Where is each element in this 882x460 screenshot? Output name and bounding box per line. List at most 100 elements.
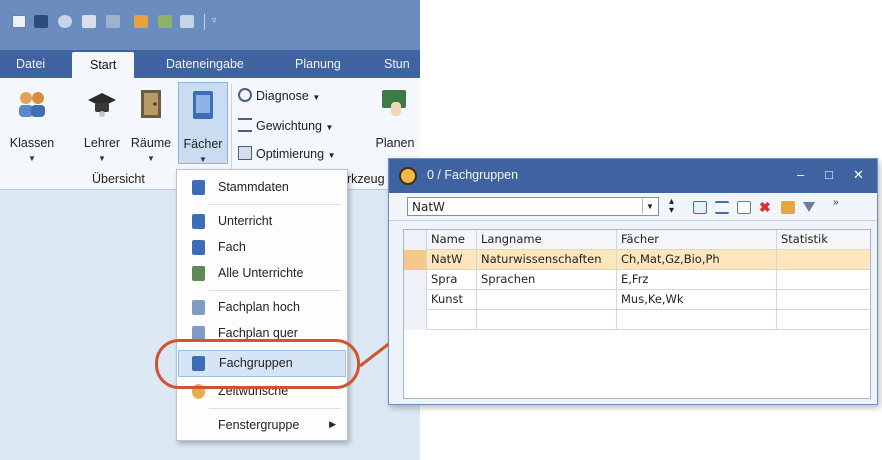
clock-icon bbox=[399, 167, 417, 185]
tab-datei[interactable]: Datei bbox=[12, 50, 49, 78]
cell-statistik[interactable] bbox=[776, 290, 870, 310]
menu-item-alle-unterrichte[interactable]: Alle Unterrichte bbox=[178, 260, 346, 287]
column-header-name[interactable]: Name bbox=[426, 230, 476, 250]
report-icon[interactable] bbox=[781, 201, 795, 214]
ribbon-tab-bar: Datei Start Dateneingabe Planung Stun bbox=[0, 50, 420, 78]
row-header-cell[interactable] bbox=[404, 290, 426, 310]
cell-langname[interactable] bbox=[476, 310, 616, 330]
door-icon bbox=[141, 90, 161, 118]
row-header-cell bbox=[404, 230, 426, 250]
cell-faecher[interactable]: Mus,Ke,Wk bbox=[616, 290, 776, 310]
menu-item-label: Fenstergruppe bbox=[218, 418, 300, 432]
menu-item-stammdaten[interactable]: Stammdaten bbox=[178, 174, 346, 201]
tab-dateneingabe[interactable]: Dateneingabe bbox=[162, 50, 248, 78]
cell-faecher[interactable]: Ch,Mat,Gz,Bio,Ph bbox=[616, 250, 776, 270]
new-record-icon[interactable] bbox=[737, 201, 751, 214]
menu-item-label: Alle Unterrichte bbox=[218, 266, 304, 280]
window-title: 0 / Fachgruppen bbox=[427, 168, 519, 182]
gewichtung-button[interactable]: Gewichtung ▼ bbox=[238, 116, 333, 136]
close-icon[interactable]: ✕ bbox=[853, 167, 864, 183]
chevron-down-icon: ▼ bbox=[147, 154, 155, 163]
cell-name[interactable]: NatW bbox=[426, 250, 476, 270]
table-row[interactable]: NatW Naturwissenschaften Ch,Mat,Gz,Bio,P… bbox=[404, 250, 870, 270]
table-row-new[interactable] bbox=[404, 310, 870, 330]
row-header-cell[interactable] bbox=[404, 270, 426, 290]
cell-statistik[interactable] bbox=[776, 310, 870, 330]
print-icon[interactable] bbox=[82, 15, 96, 28]
chevron-down-icon: ▼ bbox=[312, 93, 321, 102]
fachgruppe-combobox[interactable]: NatW ▼ bbox=[407, 197, 659, 216]
book-icon bbox=[192, 214, 205, 229]
menu-item-label: Fachplan quer bbox=[218, 326, 298, 340]
column-header-faecher[interactable]: Fächer bbox=[616, 230, 776, 250]
cell-name[interactable]: Kunst bbox=[426, 290, 476, 310]
overflow-chevron-icon[interactable]: » bbox=[833, 197, 839, 208]
schedule-icon bbox=[192, 300, 205, 315]
menu-item-fenstergruppe[interactable]: Fenstergruppe ▶ bbox=[178, 412, 346, 439]
faecher-button[interactable]: Fächer ▼ bbox=[178, 82, 228, 164]
menu-item-label: Fach bbox=[218, 240, 246, 254]
cell-statistik[interactable] bbox=[776, 250, 870, 270]
lehrer-button[interactable]: Lehrer ▼ bbox=[78, 82, 126, 164]
row-header-cell[interactable] bbox=[404, 310, 426, 330]
cell-langname[interactable]: Sprachen bbox=[476, 270, 616, 290]
report-check-icon[interactable] bbox=[180, 15, 194, 28]
klassen-button[interactable]: Klassen ▼ bbox=[4, 82, 60, 164]
cell-faecher[interactable] bbox=[616, 310, 776, 330]
cell-name[interactable]: Spra bbox=[426, 270, 476, 290]
column-header-langname[interactable]: Langname bbox=[476, 230, 616, 250]
lehrer-label: Lehrer bbox=[83, 136, 121, 150]
cell-faecher[interactable]: E,Frz bbox=[616, 270, 776, 290]
chevron-down-icon: ▼ bbox=[28, 154, 36, 163]
optimierung-button[interactable]: Optimierung ▼ bbox=[238, 144, 336, 164]
highlight-ring bbox=[155, 339, 360, 389]
column-header-statistik[interactable]: Statistik bbox=[776, 230, 870, 250]
menu-item-label: Fachplan hoch bbox=[218, 300, 301, 314]
menu-item-fachplan-hoch[interactable]: Fachplan hoch bbox=[178, 294, 346, 321]
window-title-bar[interactable]: 0 / Fachgruppen – □ ✕ bbox=[389, 159, 877, 193]
menu-separator bbox=[209, 204, 341, 205]
hand-pointer-icon bbox=[382, 90, 406, 116]
cell-langname[interactable] bbox=[476, 290, 616, 310]
raeume-button[interactable]: Räume ▼ bbox=[128, 82, 174, 164]
submenu-arrow-icon: ▶ bbox=[329, 419, 336, 429]
planen-button[interactable]: Planen bbox=[372, 82, 418, 164]
table-row[interactable]: Kunst Mus,Ke,Wk bbox=[404, 290, 870, 310]
cell-langname[interactable]: Naturwissenschaften bbox=[476, 250, 616, 270]
delete-icon[interactable]: ✖ bbox=[759, 200, 773, 214]
cell-name[interactable] bbox=[426, 310, 476, 330]
diagnose-button[interactable]: Diagnose ▼ bbox=[238, 86, 320, 106]
tab-start[interactable]: Start bbox=[72, 52, 135, 78]
grid-expand-icon[interactable] bbox=[693, 201, 707, 214]
fachgruppen-table: Name Langname Fächer Statistik NatW Natu… bbox=[403, 229, 871, 399]
menu-item-fach[interactable]: Fach bbox=[178, 234, 346, 261]
chevron-down-icon: ▼ bbox=[327, 151, 336, 160]
group-label-werkzeuge: rkzeug bbox=[347, 172, 385, 186]
table-row[interactable]: Spra Sprachen E,Frz bbox=[404, 270, 870, 290]
chevron-down-icon[interactable]: ▼ bbox=[642, 199, 657, 214]
save-icon[interactable] bbox=[34, 15, 48, 28]
table-header-row: Name Langname Fächer Statistik bbox=[404, 230, 870, 250]
cell-statistik[interactable] bbox=[776, 270, 870, 290]
menu-separator bbox=[209, 290, 341, 291]
scales-icon bbox=[238, 118, 252, 132]
settings-icon[interactable] bbox=[134, 15, 148, 28]
new-icon[interactable] bbox=[12, 15, 26, 28]
row-header-cell[interactable] bbox=[404, 250, 426, 270]
report-icon[interactable] bbox=[158, 15, 172, 28]
minimize-icon[interactable]: – bbox=[797, 167, 804, 182]
customize-qat-icon[interactable]: ▿ bbox=[212, 15, 217, 26]
menu-item-label: Stammdaten bbox=[218, 180, 289, 194]
list-icon[interactable] bbox=[715, 201, 729, 214]
book-icon bbox=[192, 240, 205, 255]
menu-item-unterricht[interactable]: Unterricht bbox=[178, 208, 346, 235]
tab-planung[interactable]: Planung bbox=[291, 50, 345, 78]
fachgruppen-window: 0 / Fachgruppen – □ ✕ NatW ▼ ▴ ▾ ✖ » Name… bbox=[388, 158, 878, 405]
preview-icon[interactable] bbox=[106, 15, 120, 28]
spinner-icon[interactable]: ▴ ▾ bbox=[669, 197, 674, 216]
tab-stundenplan[interactable]: Stun bbox=[380, 50, 414, 78]
undo-icon[interactable] bbox=[58, 15, 72, 28]
maximize-icon[interactable]: □ bbox=[825, 167, 833, 182]
filter-icon[interactable] bbox=[803, 202, 815, 212]
stethoscope-icon bbox=[238, 88, 252, 102]
